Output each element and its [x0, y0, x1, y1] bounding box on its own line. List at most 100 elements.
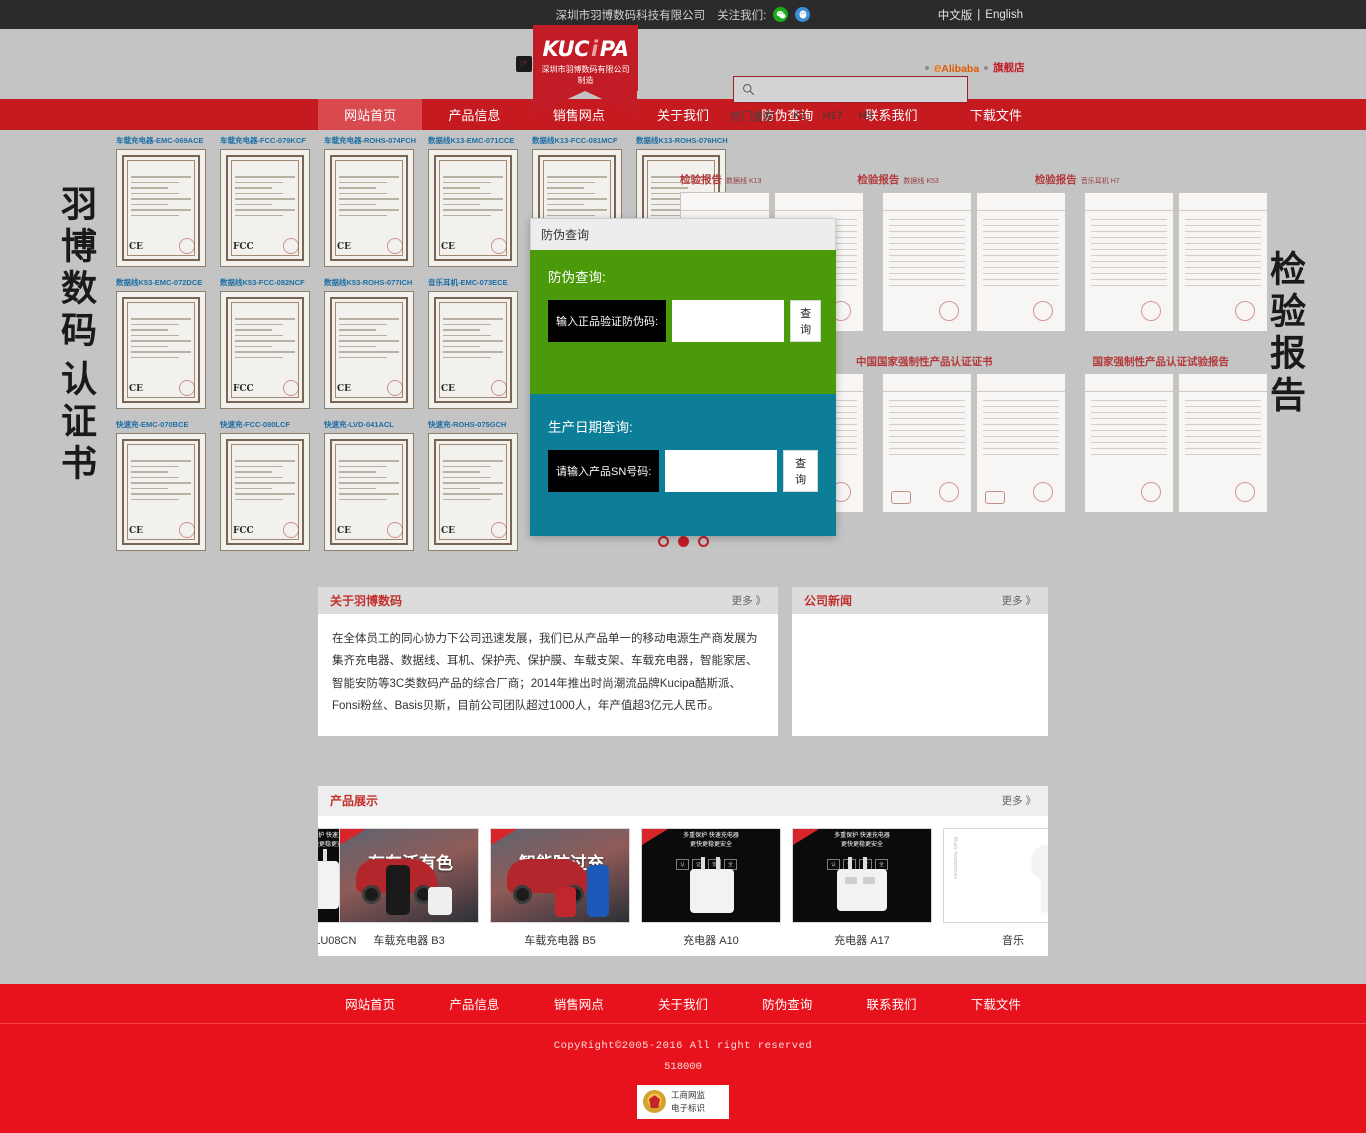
report-thumb[interactable]	[1084, 373, 1174, 513]
certificate-item[interactable]: 音乐耳机-EMC-073ECE CE	[428, 277, 518, 409]
flagship-store-link[interactable]: 旗舰店	[993, 60, 1025, 75]
certificate-thumb[interactable]: FCC	[220, 291, 310, 409]
stamp-icon	[939, 301, 959, 321]
language-switcher: 中文版 | English	[938, 7, 1366, 23]
footer-nav-sales-network[interactable]: 销售网点	[527, 984, 631, 1023]
charger-white-illustration	[428, 886, 452, 915]
main-content: 关于羽博数码 更多 》 在全体员工的同心协力下公司迅速发展，我们已从产品单一的移…	[0, 565, 1366, 956]
gov-badge-text: 工商网监 电子标识	[671, 1089, 705, 1114]
certificate-item[interactable]: 数据线K53-FCC-082NCF FCC	[220, 277, 310, 409]
product-thumb[interactable]: Music headphones	[943, 827, 1048, 923]
product-item[interactable]: 多重保护 快速充电器 更快更稳更安全 认证安全 充电器 A10	[641, 827, 781, 948]
gov-credential-badge[interactable]: 工商网监 电子标识	[637, 1084, 729, 1119]
thumb-banner-line1: 多重保护 快速充电器	[834, 832, 890, 839]
nav-item-downloads[interactable]: 下载文件	[944, 99, 1048, 130]
report-thumb[interactable]	[1178, 373, 1268, 513]
seal-icon	[283, 238, 299, 254]
footer-nav-about-us[interactable]: 关于我们	[631, 984, 735, 1023]
modal-section-production-date: 生产日期查询: 请输入产品SN号码: 查询	[530, 394, 836, 536]
sn-query-button[interactable]: 查询	[783, 450, 818, 492]
certificate-item[interactable]: 快速充-ROHS-075GCH CE	[428, 419, 518, 551]
logo-text-part1: KUC	[542, 37, 590, 61]
search-input[interactable]	[760, 83, 959, 96]
fcc-mark: FCC	[233, 526, 254, 536]
footer-nav-contact-us[interactable]: 联系我们	[839, 984, 943, 1023]
product-thumb[interactable]: 智能防过充	[490, 827, 630, 923]
ce-mark: CE	[129, 526, 144, 536]
certificate-item[interactable]: 车载充电器-FCC-079KCF FCC	[220, 135, 310, 267]
carousel-dot-1[interactable]	[657, 536, 669, 547]
product-thumb[interactable]: 多重保护 快速充电器更快更稳更安全 认证安全	[792, 827, 932, 923]
certificate-thumb[interactable]: FCC	[220, 149, 310, 267]
certificate-label: 快速充-EMC-070BCE	[116, 420, 189, 429]
footer-nav-downloads[interactable]: 下载文件	[944, 984, 1048, 1023]
certificate-thumb[interactable]: CE	[324, 149, 414, 267]
certificate-thumb[interactable]: CE	[324, 433, 414, 551]
product-item[interactable]: Music headphones 音乐	[943, 827, 1048, 948]
product-thumb[interactable]: 有车泛有色	[339, 827, 479, 923]
follow-us-label: 关注我们:	[717, 9, 767, 22]
qq-icon[interactable]	[795, 7, 811, 22]
anti-counterfeit-query-button[interactable]: 查询	[790, 300, 822, 342]
certificate-item[interactable]: 车载充电器-EMC-069ACE CE	[116, 135, 206, 267]
certificate-thumb[interactable]: CE	[116, 291, 206, 409]
certificate-thumb[interactable]: CE	[428, 149, 518, 267]
products-panel-title: 产品展示	[330, 794, 379, 809]
report-thumb[interactable]	[1178, 192, 1268, 332]
report-thumb[interactable]	[976, 192, 1066, 332]
news-more-link[interactable]: 更多 》	[1002, 593, 1036, 608]
anti-counterfeit-code-input[interactable]	[672, 300, 785, 342]
product-item[interactable]: 多重保护 快速充电器更快更稳更安全 器LU05CN/LU08CN	[318, 827, 398, 948]
products-more-link[interactable]: 更多 》	[1002, 793, 1036, 808]
hot-search-h17[interactable]: H17	[823, 110, 843, 122]
report-thumb[interactable]	[882, 192, 972, 332]
about-more-link[interactable]: 更多 》	[732, 593, 766, 608]
about-panel-header: 关于羽博数码 更多 》	[318, 587, 778, 614]
certificate-item[interactable]: 快速充-FCC-080LCF FCC	[220, 419, 310, 551]
certificate-item[interactable]: 数据线K13-EMC-071CCE CE	[428, 135, 518, 267]
wechat-icon[interactable]	[773, 7, 789, 22]
carousel-dot-2[interactable]	[677, 536, 689, 547]
weibo-icon[interactable]: ☞	[516, 56, 532, 72]
alibaba-link[interactable]: eAlibaba	[934, 60, 979, 75]
footer-nav-home[interactable]: 网站首页	[318, 984, 422, 1023]
certificate-item[interactable]: 数据线K53-ROHS-077ICH CE	[324, 277, 414, 409]
certificate-thumb[interactable]: CE	[324, 291, 414, 409]
hot-search-h3[interactable]: H3	[859, 110, 873, 122]
product-thumb[interactable]: 多重保护 快速充电器更快更稳更安全 认证安全	[641, 827, 781, 923]
nav-item-products[interactable]: 产品信息	[422, 99, 526, 130]
certificate-item[interactable]: 数据线K53-EMC-072DCE CE	[116, 277, 206, 409]
product-item[interactable]: 有车泛有色 车载充电器 B3	[339, 827, 479, 948]
ccc-cert-thumb[interactable]	[976, 373, 1066, 513]
product-item[interactable]: 多重保护 快速充电器更快更稳更安全 认证安全 充电器 A17	[792, 827, 932, 948]
site-logo[interactable]: KUCiPA 深圳市羽博数码有限公司 制造	[533, 25, 638, 115]
lang-chinese[interactable]: 中文版	[938, 7, 973, 23]
product-caption: 车载充电器 B5	[524, 934, 596, 947]
product-caption: 充电器 A17	[834, 934, 890, 947]
carousel-dot-3[interactable]	[697, 536, 709, 547]
hot-search-k1[interactable]: K1	[793, 110, 806, 122]
ccc-cert-thumb[interactable]	[882, 373, 972, 513]
footer-nav-anti-counterfeit[interactable]: 防伪查询	[735, 984, 839, 1023]
charger-black-illustration	[386, 864, 410, 915]
search-box[interactable]	[733, 76, 968, 103]
certificate-item[interactable]: 快速充-LVD-041ACL CE	[324, 419, 414, 551]
certificate-item[interactable]: 车载充电器-ROHS-074FCH CE	[324, 135, 416, 267]
report-heading-sub: 数据线 K53	[903, 178, 939, 185]
certificate-thumb[interactable]: CE	[116, 149, 206, 267]
sn-code-input[interactable]	[665, 450, 778, 492]
nav-item-about-us[interactable]: 关于我们	[631, 99, 735, 130]
nav-item-home[interactable]: 网站首页	[318, 99, 423, 130]
logo-text-dot: i	[589, 35, 600, 63]
thumb-banner-line2: 更快更稳更安全	[689, 841, 732, 848]
certificate-thumb[interactable]: CE	[428, 433, 518, 551]
certificate-thumb[interactable]: CE	[428, 291, 518, 409]
thumb-banner-line1: 多重保护 快速充电器	[683, 832, 739, 839]
certificate-thumb[interactable]: FCC	[220, 433, 310, 551]
certificate-thumb[interactable]: CE	[116, 433, 206, 551]
report-thumb[interactable]	[1084, 192, 1174, 332]
footer-nav-products[interactable]: 产品信息	[422, 984, 526, 1023]
product-item[interactable]: 智能防过充 车载充电器 B5	[490, 827, 630, 948]
lang-english[interactable]: English	[985, 9, 1023, 21]
certificate-item[interactable]: 快速充-EMC-070BCE CE	[116, 419, 206, 551]
